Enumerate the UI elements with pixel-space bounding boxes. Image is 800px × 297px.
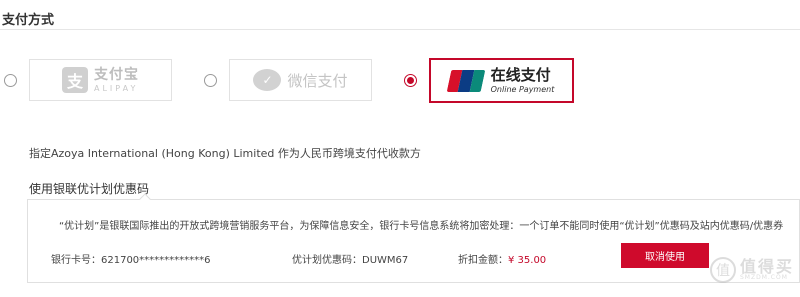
unionpay-logo: 在线支付 Online Payment — [446, 65, 555, 94]
wechat-icon: ✓ — [253, 69, 282, 91]
promo-description: “优计划”是银联国际推出的开放式跨境营销服务平台，为保障信息安全，银行卡号信息系… — [59, 221, 784, 232]
unionpay-sublabel: Online Payment — [490, 84, 555, 94]
unionpay-icon — [446, 69, 485, 92]
divider — [0, 29, 800, 30]
payment-option-unionpay[interactable]: 在线支付 Online Payment — [429, 58, 574, 103]
cancel-coupon-button[interactable]: 取消使用 — [621, 243, 709, 268]
alipay-logo: 支 支付宝 ALIPAY — [62, 67, 139, 93]
alipay-label: 支付宝 — [94, 66, 139, 83]
discount-label: 折扣金额： — [458, 255, 508, 266]
radio-wechat[interactable] — [204, 74, 217, 87]
discount-value: ¥ 35.00 — [508, 255, 547, 266]
smzdm-logo-icon: 值 — [710, 257, 736, 283]
card-number: 银行卡号：621700*************6 — [51, 255, 211, 266]
payment-option-wechat[interactable]: ✓ 微信支付 — [229, 59, 372, 101]
alipay-sublabel: ALIPAY — [94, 83, 139, 93]
wechat-logo: ✓ 微信支付 — [253, 69, 348, 91]
unionpay-label: 在线支付 — [490, 65, 551, 84]
alipay-icon: 支 — [62, 67, 88, 93]
promo-panel — [27, 199, 800, 283]
section-title: 支付方式 — [2, 13, 55, 28]
discount-amount: 折扣金额：¥ 35.00 — [458, 251, 546, 266]
radio-alipay[interactable] — [4, 74, 17, 87]
payment-option-alipay[interactable]: 支 支付宝 ALIPAY — [29, 59, 172, 101]
wechat-label: 微信支付 — [287, 71, 348, 90]
payment-agent-note: 指定Azoya International (Hong Kong) Limite… — [29, 147, 421, 160]
radio-unionpay[interactable] — [404, 74, 417, 87]
promo-tab-title[interactable]: 使用银联优计划优惠码 — [29, 180, 149, 197]
watermark: 值 值得买 SMZDM.COM — [710, 257, 794, 283]
watermark-subtext: SMZDM.COM — [740, 274, 788, 281]
coupon-code: 优计划优惠码：DUWM67 — [292, 255, 409, 266]
watermark-text: 值得买 — [740, 257, 795, 276]
